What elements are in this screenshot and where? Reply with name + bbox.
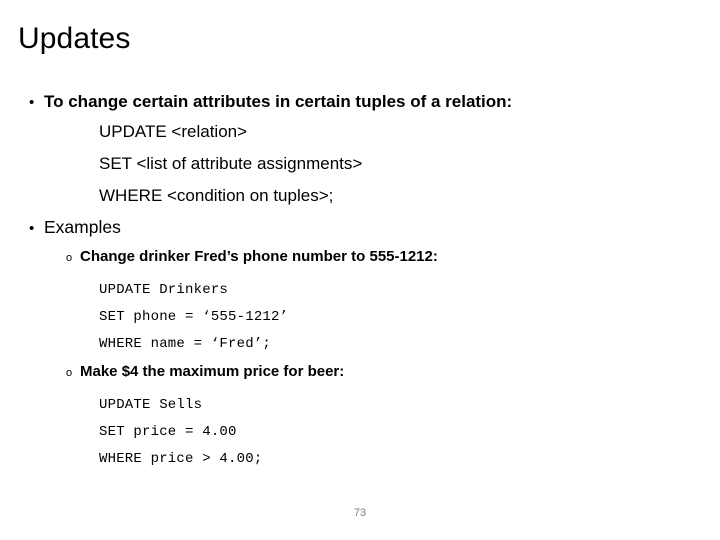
bullet-item-change-attributes: • To change certain attributes in certai… [0,92,720,122]
sub-bullet-icon: o [66,252,73,264]
bullet-icon: • [29,220,35,237]
example-caption-drinkers: o Change drinker Fred’s phone number to … [0,248,720,276]
code-line: SET phone = ‘555-1212’ [99,309,289,325]
slide: Updates • To change certain attributes i… [0,0,720,540]
syntax-line-set: SET <list of attribute assignments> [99,154,363,173]
page-number: 73 [353,507,367,519]
sub-bullet-label: Make $4 the maximum price for beer: [80,363,345,380]
bullet-item-examples: • Examples [0,218,720,248]
code-line: WHERE name = ‘Fred’; [99,336,272,352]
code-line: UPDATE Drinkers [99,282,229,298]
bullet-icon: • [29,94,35,111]
syntax-line-where: WHERE <condition on tuples>; [99,186,334,205]
page-title: Updates [18,22,131,55]
bullet-label: Examples [44,217,121,237]
slide-body: • To change certain attributes in certai… [0,92,720,478]
syntax-line-update: UPDATE <relation> [99,122,248,141]
sub-bullet-label: Change drinker Fred’s phone number to 55… [80,248,438,265]
example-caption-sells: o Make $4 the maximum price for beer: [0,363,720,391]
code-line: UPDATE Sells [99,397,203,413]
code-line: WHERE price > 4.00; [99,451,263,467]
sub-bullet-icon: o [66,367,73,379]
code-line: SET price = 4.00 [99,424,237,440]
bullet-label: To change certain attributes in certain … [44,92,513,111]
